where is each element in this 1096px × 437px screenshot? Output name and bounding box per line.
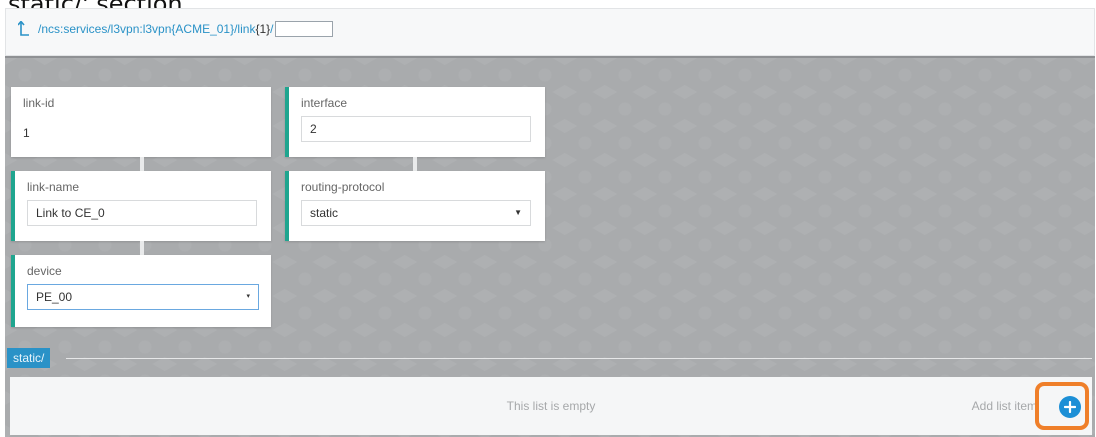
link-id-value: 1 — [23, 126, 30, 140]
device-label: device — [27, 264, 62, 278]
section-divider — [66, 358, 1092, 359]
up-arrow-icon[interactable] — [18, 21, 30, 37]
link-id-label: link-id — [23, 96, 55, 110]
routing-protocol-card: routing-protocol static ▼ — [285, 171, 545, 241]
interface-card: interface 2 — [285, 87, 545, 157]
add-list-item-label: Add list item — [971, 399, 1037, 413]
path-link[interactable]: /ncs:services/l3vpn:l3vpn{ACME_01}/link{… — [38, 22, 274, 36]
breadcrumb: /ncs:services/l3vpn:l3vpn{ACME_01}/link{… — [18, 21, 333, 37]
connector — [140, 157, 144, 171]
link-name-input[interactable]: Link to CE_0 — [27, 200, 257, 226]
empty-list-text: This list is empty — [506, 399, 596, 413]
static-list-panel: This list is empty Add list item — [10, 377, 1092, 435]
device-select[interactable]: PE_00 ▾ — [27, 284, 259, 310]
link-id-card: link-id 1 — [11, 87, 271, 157]
interface-label: interface — [301, 96, 348, 110]
link-name-label: link-name — [27, 180, 80, 194]
interface-input[interactable]: 2 — [301, 116, 531, 142]
path-prefix[interactable]: /ncs:services/l3vpn:l3vpn{ACME_01}/link — [38, 22, 255, 36]
connector — [413, 157, 417, 171]
connector — [140, 241, 144, 255]
section-tab-static[interactable]: static/ — [7, 348, 51, 368]
caret-down-icon: ▾ — [246, 293, 250, 300]
plus-icon — [1064, 401, 1076, 413]
path-key-input[interactable] — [274, 21, 333, 37]
path-key: {1} — [255, 22, 271, 36]
routing-protocol-label: routing-protocol — [301, 180, 385, 194]
add-list-item-button[interactable] — [1059, 396, 1081, 418]
routing-protocol-select[interactable]: static ▼ — [301, 200, 531, 226]
routing-protocol-value: static — [310, 206, 339, 220]
device-value: PE_00 — [36, 290, 73, 304]
device-card: device PE_00 ▾ — [11, 255, 271, 327]
path-bar: /ncs:services/l3vpn:l3vpn{ACME_01}/link{… — [5, 8, 1095, 56]
caret-down-icon: ▼ — [514, 208, 522, 217]
path-suffix: / — [270, 22, 274, 36]
link-name-card: link-name Link to CE_0 — [11, 171, 271, 241]
